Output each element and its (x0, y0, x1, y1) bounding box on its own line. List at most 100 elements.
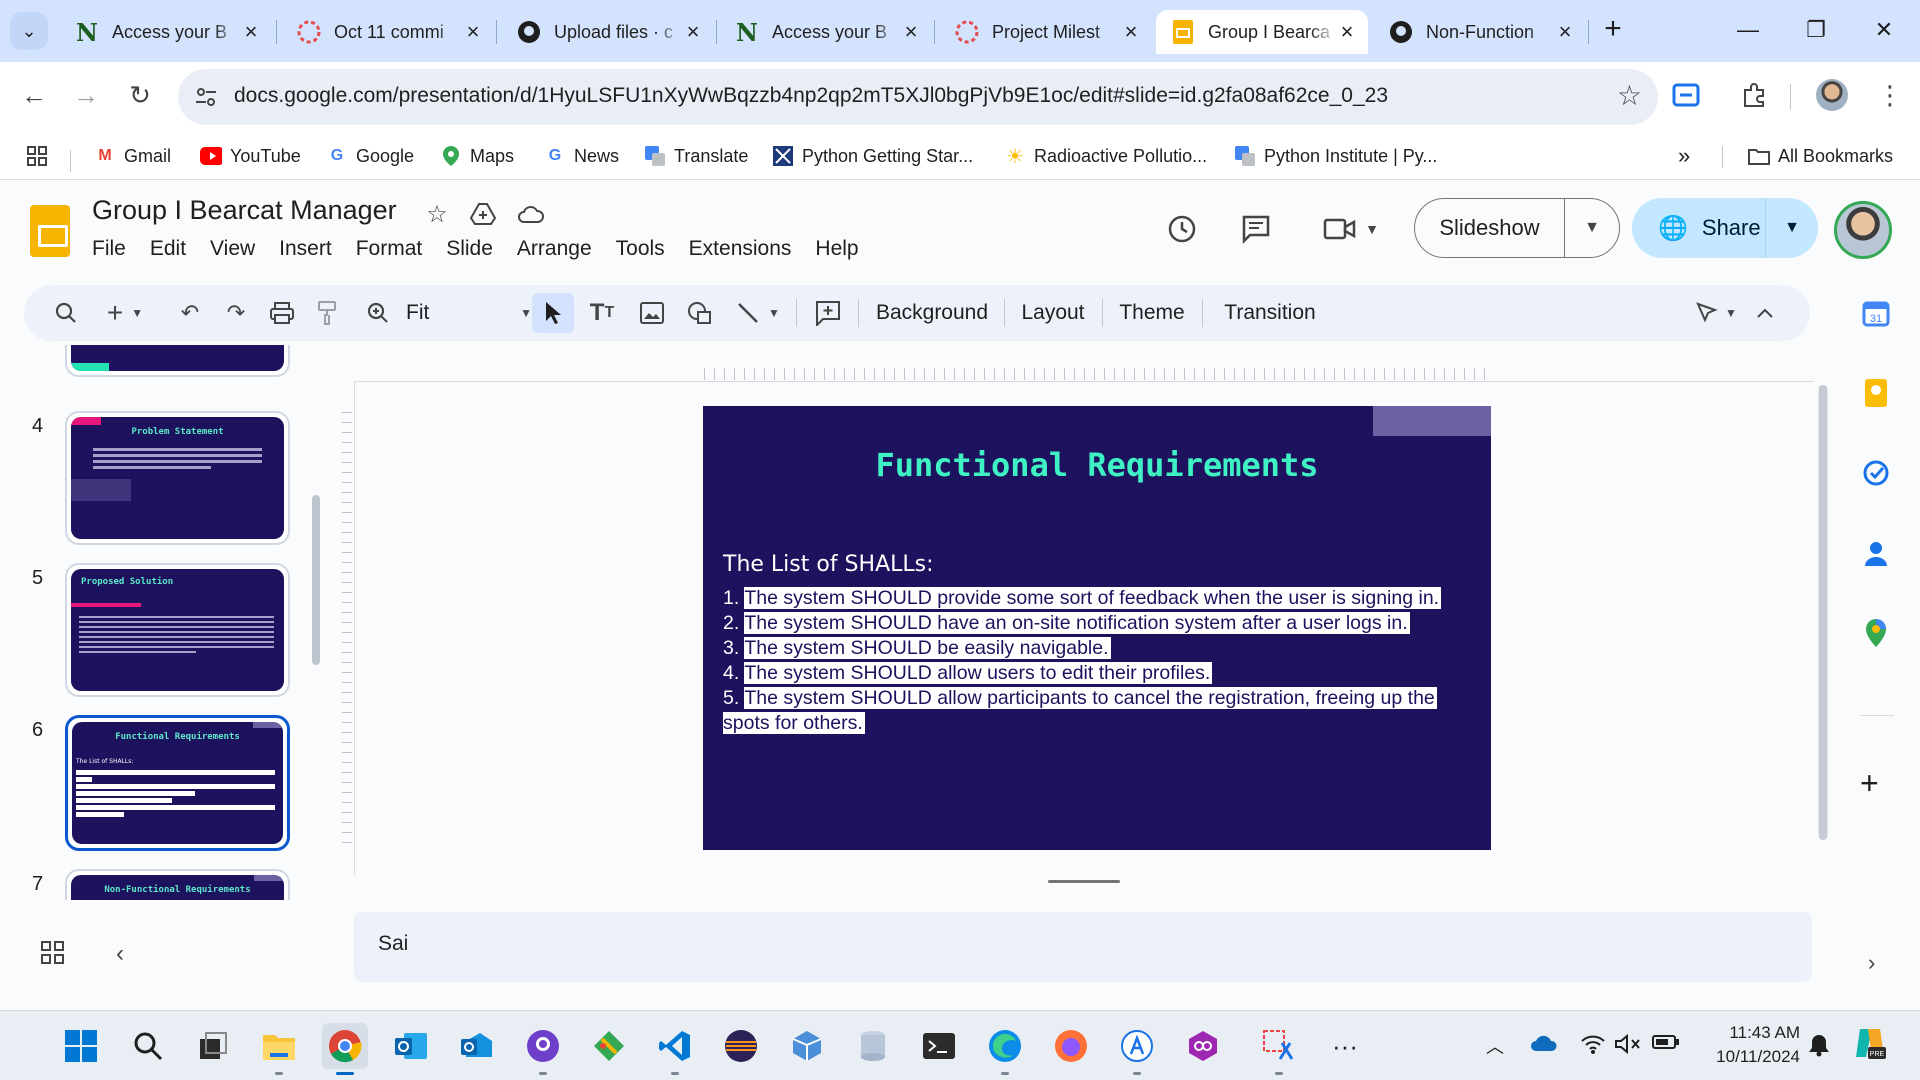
requirement-item[interactable]: 2. The system SHOULD have an on-site not… (723, 611, 1463, 636)
bookmark-star-icon[interactable]: ☆ (1617, 79, 1642, 112)
database-icon[interactable] (850, 1023, 896, 1069)
more-bookmarks-chevron-icon[interactable]: » (1678, 142, 1690, 170)
theme-button[interactable]: Theme (1112, 293, 1192, 333)
background-button[interactable]: Background (870, 293, 994, 333)
menu-arrange[interactable]: Arrange (517, 237, 592, 261)
google-slides-logo[interactable] (30, 205, 70, 257)
current-slide[interactable]: Functional Requirements The List of SHAL… (703, 406, 1491, 850)
close-tab-icon[interactable]: × (1120, 21, 1142, 43)
profile-avatar[interactable] (1814, 77, 1850, 113)
document-title[interactable]: Group I Bearcat Manager (92, 195, 397, 226)
terminal-icon[interactable] (916, 1023, 962, 1069)
slide-thumbnail-4[interactable]: Problem Statement (65, 411, 290, 545)
share-dropdown-icon[interactable]: ▼ (1766, 198, 1818, 258)
task-view-icon[interactable] (190, 1023, 236, 1069)
print-icon[interactable] (264, 293, 300, 333)
filmstrip-scrollbar[interactable] (312, 495, 320, 665)
menu-file[interactable]: File (92, 237, 126, 261)
bookmark-google[interactable]: G Google (326, 142, 414, 170)
slideshow-button[interactable]: Slideshow ▼ (1414, 198, 1620, 258)
text-box-icon[interactable]: TT (582, 293, 622, 333)
browser-tab[interactable]: Upload files · c × (502, 10, 714, 54)
bookmark-radioactive-pollution[interactable]: ☀ Radioactive Pollutio... (1004, 142, 1207, 170)
tasks-icon[interactable] (1860, 457, 1892, 489)
share-main[interactable]: 🌐 Share (1632, 198, 1766, 258)
insert-image-icon[interactable] (632, 293, 672, 333)
reload-icon[interactable]: ↻ (120, 75, 160, 115)
slide-thumbnail-3[interactable] (65, 345, 290, 377)
zoom-select[interactable]: Fit ▼ (406, 293, 532, 333)
line-tool-icon[interactable]: ▼ (730, 293, 786, 333)
add-comment-icon[interactable] (808, 293, 848, 333)
menu-help[interactable]: Help (815, 237, 858, 261)
speaker-notes-text[interactable]: Sai (378, 932, 408, 956)
menu-tools[interactable]: Tools (616, 237, 665, 261)
apps-grid-icon[interactable] (26, 142, 48, 170)
bookmark-news[interactable]: G News (544, 142, 619, 170)
forward-arrow-icon[interactable]: → (66, 75, 106, 115)
account-avatar[interactable] (1834, 201, 1892, 259)
browser-tab[interactable]: N Access your B × (720, 10, 932, 54)
requirements-list[interactable]: 1. The system SHOULD provide some sort o… (723, 586, 1463, 736)
show-hidden-icons-chevron-icon[interactable]: ︿ (1486, 1033, 1504, 1059)
notification-bell-icon[interactable] (1808, 1033, 1830, 1063)
keep-icon[interactable] (1860, 377, 1892, 409)
browser-tab[interactable]: Project Milest × (940, 10, 1152, 54)
redo-icon[interactable]: ↷ (218, 293, 254, 333)
file-explorer-icon[interactable] (256, 1023, 302, 1075)
github-desktop-icon[interactable] (520, 1023, 566, 1075)
bookmark-youtube[interactable]: YouTube (200, 142, 301, 170)
snipping-tool-icon[interactable] (1256, 1023, 1302, 1075)
layout-button[interactable]: Layout (1014, 293, 1092, 333)
browser-tab[interactable]: Non-Function × (1374, 10, 1586, 54)
search-menus-icon[interactable] (46, 293, 86, 333)
battery-icon[interactable] (1652, 1033, 1680, 1057)
comments-icon[interactable] (1236, 209, 1276, 249)
collapse-toolbar-chevron-icon[interactable] (1750, 293, 1780, 333)
slide-thumbnail-5[interactable]: Proposed Solution (65, 563, 290, 697)
slideshow-dropdown-icon[interactable]: ▼ (1565, 199, 1619, 257)
copilot-icon[interactable]: PRE (1852, 1025, 1888, 1067)
eclipse-icon[interactable] (718, 1023, 764, 1069)
maps-icon[interactable] (1860, 617, 1892, 649)
edge-icon[interactable] (982, 1023, 1028, 1075)
menu-view[interactable]: View (210, 237, 255, 261)
site-settings-icon[interactable] (192, 83, 220, 111)
meet-camera-icon[interactable]: ▼ (1316, 209, 1386, 249)
menu-extensions[interactable]: Extensions (689, 237, 792, 261)
new-tab-button[interactable]: + (1596, 14, 1630, 48)
close-window-icon[interactable]: ✕ (1854, 12, 1914, 48)
close-tab-icon[interactable]: × (900, 21, 922, 43)
transition-button[interactable]: Transition (1214, 293, 1326, 333)
share-button[interactable]: 🌐 Share ▼ (1632, 198, 1818, 258)
close-tab-icon[interactable]: × (1554, 21, 1576, 43)
notes-resize-handle[interactable] (1048, 880, 1120, 883)
chrome-icon[interactable] (322, 1023, 368, 1075)
coda-icon[interactable] (1180, 1023, 1226, 1069)
volume-muted-icon[interactable] (1614, 1033, 1642, 1061)
version-history-icon[interactable] (1162, 209, 1202, 249)
outlook-new-icon[interactable] (454, 1023, 500, 1069)
select-tool-icon[interactable] (532, 293, 574, 333)
calendar-icon[interactable]: 31 (1860, 297, 1892, 329)
shape-icon[interactable] (680, 293, 720, 333)
star-icon[interactable]: ☆ (422, 199, 452, 229)
close-tab-icon[interactable]: × (240, 21, 262, 43)
close-tab-icon[interactable]: × (462, 21, 484, 43)
address-bar[interactable]: docs.google.com/presentation/d/1HyuLSFU1… (178, 69, 1658, 125)
requirement-item[interactable]: 1. The system SHOULD provide some sort o… (723, 586, 1463, 611)
collapse-filmstrip-chevron-icon[interactable]: ‹ (116, 940, 124, 968)
requirement-item[interactable]: 4. The system SHOULD allow users to edit… (723, 661, 1463, 686)
add-addon-plus-icon[interactable]: + (1860, 765, 1879, 802)
slide-title[interactable]: Functional Requirements (703, 446, 1491, 484)
expand-side-panel-chevron-icon[interactable]: › (1868, 950, 1875, 976)
wifi-icon[interactable] (1580, 1033, 1606, 1061)
pointer-mode-icon[interactable]: ▼ (1690, 293, 1742, 333)
vscode-icon[interactable] (652, 1023, 698, 1075)
windows-start-icon[interactable] (58, 1023, 104, 1069)
cloud-saved-icon[interactable] (516, 199, 546, 229)
slide-thumbnail-7[interactable]: Non-Functional Requirements (65, 869, 290, 900)
browser-tab[interactable]: Oct 11 commi × (282, 10, 494, 54)
cube-icon[interactable] (784, 1023, 830, 1069)
back-arrow-icon[interactable]: ← (14, 75, 54, 115)
